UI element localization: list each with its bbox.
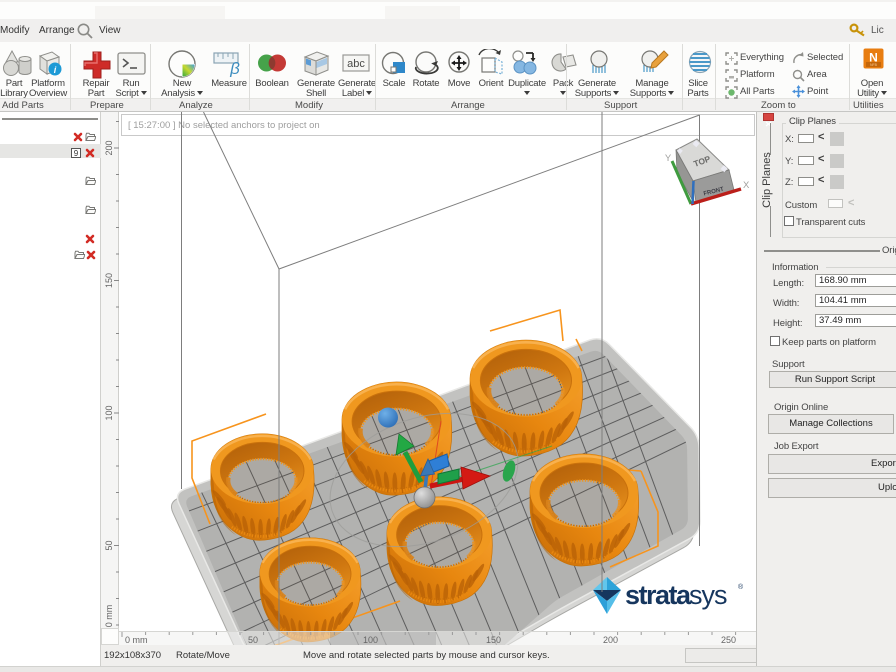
svg-text:β: β [229, 59, 240, 77]
svg-text:200: 200 [603, 635, 618, 645]
svg-text:100: 100 [363, 635, 378, 645]
svg-text:NFB: NFB [870, 63, 878, 67]
svg-text:abc: abc [347, 58, 365, 70]
svg-text:150: 150 [104, 273, 114, 288]
svg-text:250: 250 [721, 635, 736, 645]
svg-text:sys: sys [689, 580, 727, 610]
svg-text:0 mm: 0 mm [125, 635, 148, 645]
svg-text:X: X [743, 180, 750, 191]
svg-text:strata: strata [625, 580, 692, 610]
svg-text:100: 100 [104, 405, 114, 420]
svg-text:50: 50 [104, 540, 114, 550]
svg-text:150: 150 [486, 635, 501, 645]
svg-text:[ 15:27:00 ] No selected ancho: [ 15:27:00 ] No selected anchors to proj… [128, 120, 320, 131]
svg-text:50: 50 [248, 635, 258, 645]
svg-text:®: ® [738, 583, 744, 591]
svg-text:Y: Y [665, 153, 672, 164]
svg-text:0 mm: 0 mm [104, 605, 114, 628]
svg-text:200: 200 [104, 140, 114, 155]
